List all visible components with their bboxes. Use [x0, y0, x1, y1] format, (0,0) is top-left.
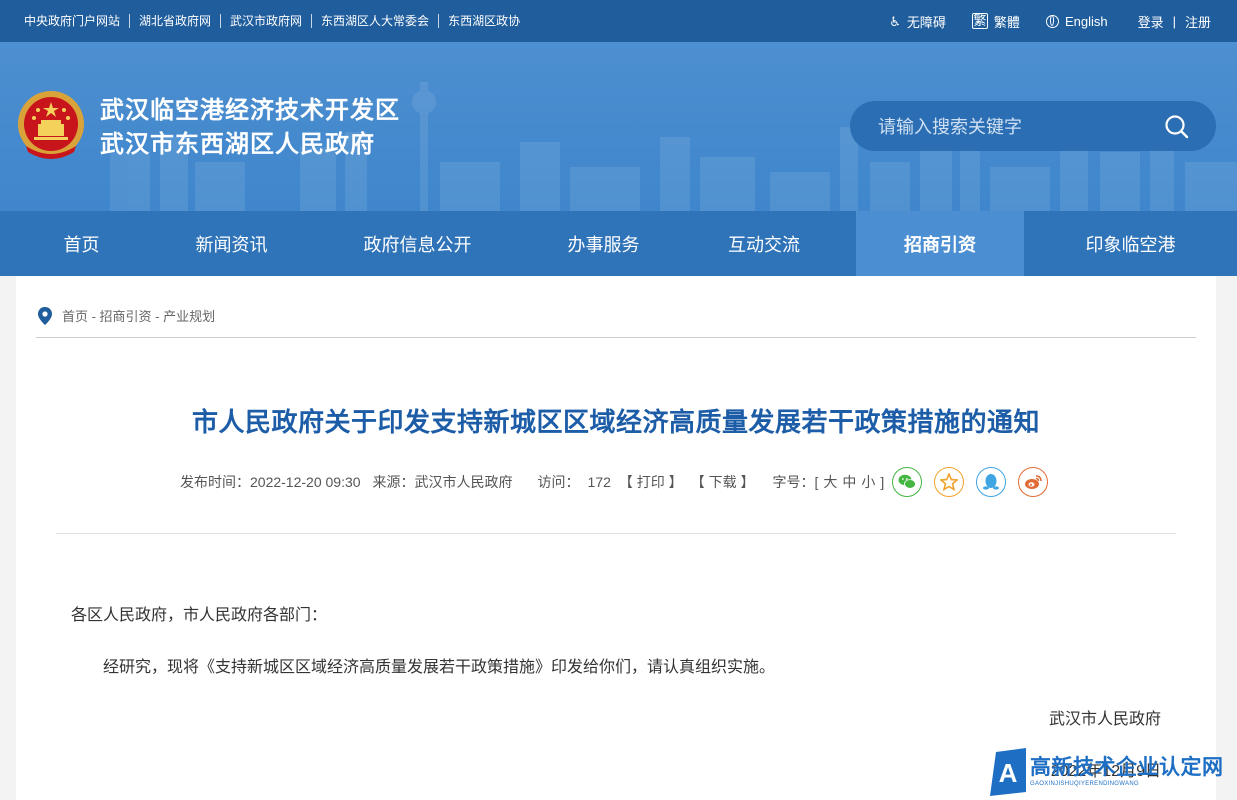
english-button[interactable]: English: [1045, 13, 1108, 29]
nav-gov-info[interactable]: 政府信息公开: [300, 211, 535, 276]
font-size-label: 字号：: [772, 474, 815, 490]
traditional-char-icon: 繁: [971, 13, 988, 29]
nav-news[interactable]: 新闻资讯: [163, 211, 300, 276]
site-title: 武汉临空港经济技术开发区 武汉市东西湖区人民政府: [100, 94, 400, 162]
globe-icon: [1045, 14, 1059, 28]
share-favorite-button[interactable]: [934, 467, 965, 497]
font-size-medium[interactable]: 中: [842, 472, 856, 492]
location-pin-icon: [38, 306, 52, 325]
wheelchair-icon: ♿: [889, 13, 901, 29]
link-hubei-gov[interactable]: 湖北省政府网: [130, 14, 222, 28]
watermark-title: 高新技术企业认定网: [1030, 756, 1224, 779]
download-button[interactable]: 【 下载 】: [691, 472, 755, 492]
link-wuhan-gov[interactable]: 武汉市政府网: [221, 14, 313, 28]
publish-label: 发布时间：: [180, 474, 250, 490]
link-dongxihu-npc[interactable]: 东西湖区人大常委会: [312, 14, 440, 28]
login-separator: |: [1172, 13, 1176, 29]
article-meta: 发布时间： 2022-12-20 09:30 来源： 武汉市人民政府 访问： 1…: [180, 465, 1049, 499]
traditional-chinese-button[interactable]: 繁 繁體: [971, 12, 1020, 31]
font-size-close-bracket: ]: [880, 474, 885, 490]
meta-divider: [56, 533, 1176, 534]
external-links: 中央政府门户网站 湖北省政府网 武汉市政府网 东西湖区人大常委会 东西湖区政协: [24, 0, 529, 42]
traditional-label: 繁體: [993, 14, 1020, 30]
watermark-subtitle: GAOXINJISHUQIYERENDINGWANG: [1030, 781, 1139, 787]
visits-count: 172: [587, 474, 611, 490]
accessibility-button[interactable]: ♿ 无障碍: [889, 12, 946, 31]
signature: 武汉市人民政府: [1048, 711, 1161, 728]
share-qq-button[interactable]: [976, 467, 1007, 497]
weibo-icon: [1025, 475, 1042, 489]
font-size-small[interactable]: 小: [861, 472, 875, 492]
login-link[interactable]: 登录: [1138, 12, 1164, 31]
account-links: 登录 | 注册: [1138, 12, 1211, 31]
breadcrumb-divider: [36, 337, 1196, 338]
nav-impression[interactable]: 印象临空港: [1024, 211, 1237, 276]
source-label: 来源：: [372, 474, 415, 490]
star-icon: [940, 473, 959, 491]
national-emblem-logo: [18, 91, 84, 159]
article-title: 市人民政府关于印发支持新城区区域经济高质量发展若干政策措施的通知: [191, 407, 1040, 437]
wechat-icon: [898, 474, 917, 489]
link-dongxihu-cppcc[interactable]: 东西湖区政协: [439, 14, 529, 28]
main-nav: 首页 新闻资讯 政府信息公开 办事服务 互动交流 招商引资 印象临空港: [0, 211, 1237, 276]
accessibility-label: 无障碍: [906, 14, 946, 30]
publish-time: 2022-12-20 09:30: [250, 474, 361, 490]
font-size-large[interactable]: 大: [823, 472, 837, 492]
print-button[interactable]: 【 打印 】: [619, 472, 683, 492]
watermark-text: 高新技术企业认定网 GAOXINJISHUQIYERENDINGWANG: [1030, 756, 1224, 788]
font-size-open-bracket: [: [814, 474, 819, 490]
watermark-logo: A: [990, 748, 1026, 796]
site-title-line1: 武汉临空港经济技术开发区: [100, 97, 400, 124]
nav-interaction[interactable]: 互动交流: [672, 211, 856, 276]
body-paragraph: 经研究，现将《支持新城区区域经济高质量发展若干政策措施》印发给你们，请认真组织实…: [103, 659, 776, 676]
nav-home[interactable]: 首页: [0, 211, 163, 276]
top-tools: ♿ 无障碍 繁 繁體 English 登录 | 注册: [889, 0, 1211, 42]
search-input[interactable]: [876, 101, 1150, 153]
share-weibo-button[interactable]: [1018, 467, 1049, 497]
link-central-gov[interactable]: 中央政府门户网站: [24, 14, 131, 28]
english-label: English: [1064, 13, 1108, 29]
register-link[interactable]: 注册: [1185, 12, 1211, 31]
share-wechat-button[interactable]: [892, 467, 923, 497]
source-value: 武汉市人民政府: [414, 474, 513, 490]
svg-text:A: A: [999, 758, 1018, 788]
search-icon[interactable]: [1164, 114, 1190, 140]
site-watermark: A 高新技术企业认定网 GAOXINJISHUQIYERENDINGWANG: [990, 748, 1224, 796]
qq-penguin-icon: [983, 474, 1000, 490]
nav-investment[interactable]: 招商引资: [856, 211, 1024, 276]
breadcrumb-text[interactable]: 首页 - 招商引资 - 产业规划: [62, 306, 215, 325]
breadcrumb: 首页 - 招商引资 - 产业规划: [38, 306, 215, 325]
header-banner: 武汉临空港经济技术开发区 武汉市东西湖区人民政府: [0, 42, 1237, 211]
article-panel: 首页 - 招商引资 - 产业规划 市人民政府关于印发支持新城区区域经济高质量发展…: [16, 276, 1216, 800]
greeting-line: 各区人民政府，市人民政府各部门：: [71, 607, 328, 624]
site-title-line2: 武汉市东西湖区人民政府: [100, 131, 375, 158]
top-utility-bar: 中央政府门户网站 湖北省政府网 武汉市政府网 东西湖区人大常委会 东西湖区政协 …: [0, 0, 1237, 42]
visits-label: 访问：: [537, 474, 580, 490]
nav-services[interactable]: 办事服务: [535, 211, 672, 276]
search-box: [850, 101, 1216, 153]
